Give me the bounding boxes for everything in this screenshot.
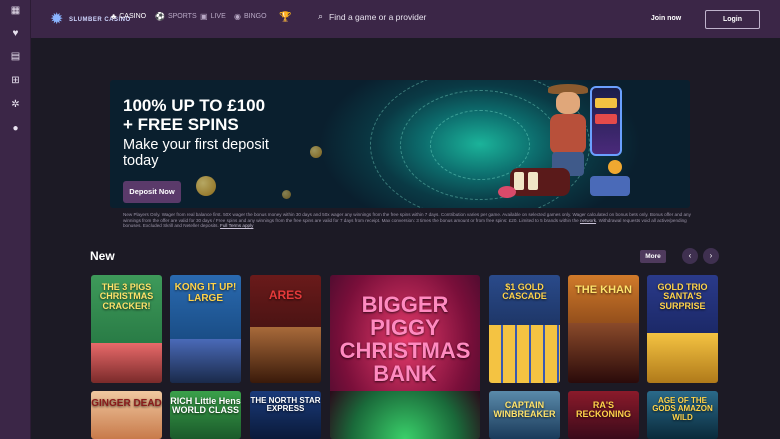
bingo-icon: ◉ (234, 12, 241, 21)
game-tile-featured[interactable]: BIGGER PIGGY CHRISTMAS BANK (330, 275, 480, 439)
nav-casino[interactable]: ♣ CASINO (111, 12, 146, 21)
game-art (647, 333, 718, 383)
game-art (91, 343, 162, 383)
search-bar[interactable]: ⌕ Find a game or a provider (318, 11, 426, 22)
more-button[interactable]: More (640, 250, 666, 263)
nav-live[interactable]: ▣ LIVE (200, 12, 226, 21)
banner-subtitle-line1: Make your first deposit (123, 137, 269, 153)
join-now-button[interactable]: Join now (644, 10, 688, 28)
nav-sports[interactable]: ⚽ SPORTS (155, 12, 197, 21)
game-tile[interactable]: AGE OF THE GODS AMAZON WILD (647, 391, 718, 439)
deposit-now-button[interactable]: Deposit Now (123, 181, 181, 203)
gold-coin-image (196, 176, 216, 196)
prev-arrow-icon[interactable]: ‹ (682, 248, 698, 264)
search-placeholder: Find a game or a provider (329, 11, 427, 22)
gold-coin-image (310, 146, 322, 158)
dashboard-icon[interactable]: ▦ (10, 5, 21, 16)
game-title: RICH Little Hens WORLD CLASS (170, 396, 241, 416)
game-title: ARES (268, 288, 303, 302)
casino-chip-icon[interactable]: ▤ (10, 51, 21, 62)
game-art (170, 339, 241, 383)
trophy-icon: 🏆 (279, 12, 292, 23)
game-title: GINGER DEAD (91, 398, 162, 409)
promo-banner[interactable]: 100% UP TO £100 + FREE SPINS Make your f… (110, 80, 690, 208)
chat-icon[interactable]: ● (10, 123, 21, 134)
terms-text: New Players Only. Wager from real balanc… (123, 212, 698, 229)
heart-icon[interactable]: ♥ (10, 28, 21, 39)
game-title: CAPTAIN WINBREAKER (493, 400, 556, 420)
logo-star-icon: ✹ (50, 11, 64, 28)
nav-bingo[interactable]: ◉ BINGO (234, 12, 267, 21)
game-art (330, 391, 480, 439)
terms-network-link[interactable]: network (580, 218, 596, 223)
game-title: AGE OF THE GODS AMAZON WILD (652, 396, 713, 422)
game-tile[interactable]: THE NORTH STAR EXPRESS (250, 391, 321, 439)
next-arrow-icon[interactable]: › (703, 248, 719, 264)
nav-trophy[interactable]: 🏆 (279, 12, 294, 23)
gold-coin-image (282, 190, 291, 199)
game-title: KONG IT UP! LARGE (174, 282, 237, 304)
game-art (250, 327, 321, 383)
section-title-new: New (90, 249, 115, 263)
game-title: BIGGER PIGGY CHRISTMAS BANK (339, 292, 471, 387)
game-art (568, 323, 639, 383)
settings-icon[interactable]: ✲ (10, 99, 21, 110)
game-tile[interactable]: RICH Little Hens WORLD CLASS (170, 391, 241, 439)
banner-headline: 100% UP TO £100 + FREE SPINS (123, 96, 265, 134)
game-tile[interactable]: RA'S RECKONING (568, 391, 639, 439)
nav-casino-label: CASINO (119, 13, 147, 20)
ball-icon: ⚽ (155, 12, 165, 21)
game-title: THE NORTH STAR EXPRESS (250, 396, 321, 414)
banner-headline-line2: + FREE SPINS (123, 115, 239, 134)
game-tile[interactable]: ARES (250, 275, 321, 383)
game-tile[interactable]: $1 GOLD CASCADE (489, 275, 560, 383)
search-icon: ⌕ (318, 11, 324, 21)
game-tile[interactable]: GINGER DEAD (91, 391, 162, 439)
sidebar: ▦ ♥ ▤ ⊞ ✲ ● (0, 0, 31, 439)
gift-icon[interactable]: ⊞ (10, 75, 21, 86)
game-title: THE KHAN (575, 284, 632, 296)
nav-bingo-label: BINGO (243, 13, 267, 20)
live-icon: ▣ (200, 12, 208, 21)
login-button[interactable]: Login (705, 10, 760, 29)
banner-headline-line1: 100% UP TO £100 (123, 96, 266, 115)
game-title: $1 GOLD CASCADE (502, 282, 547, 302)
game-tile[interactable]: THE KHAN (568, 275, 639, 383)
nav-live-label: LIVE (210, 13, 226, 20)
game-title: RA'S RECKONING (575, 400, 631, 420)
game-tile[interactable]: THE 3 PIGS CHRISTMAS CRACKER! (91, 275, 162, 383)
game-title: THE 3 PIGS CHRISTMAS CRACKER! (99, 282, 154, 311)
club-icon: ♣ (111, 12, 117, 21)
banner-subtitle-line2: today (123, 153, 159, 169)
cowboy-slot-illustration (490, 80, 640, 208)
game-tile[interactable]: CAPTAIN WINBREAKER (489, 391, 560, 439)
game-tile[interactable]: GOLD TRIO SANTA'S SURPRISE (647, 275, 718, 383)
game-title: GOLD TRIO SANTA'S SURPRISE (657, 282, 708, 311)
banner-subtitle: Make your first deposit today (123, 137, 269, 169)
game-tile[interactable]: KONG IT UP! LARGE (170, 275, 241, 383)
game-art (489, 325, 560, 383)
full-terms-link[interactable]: Full Terms apply (220, 223, 253, 228)
nav-sports-label: SPORTS (167, 13, 197, 20)
